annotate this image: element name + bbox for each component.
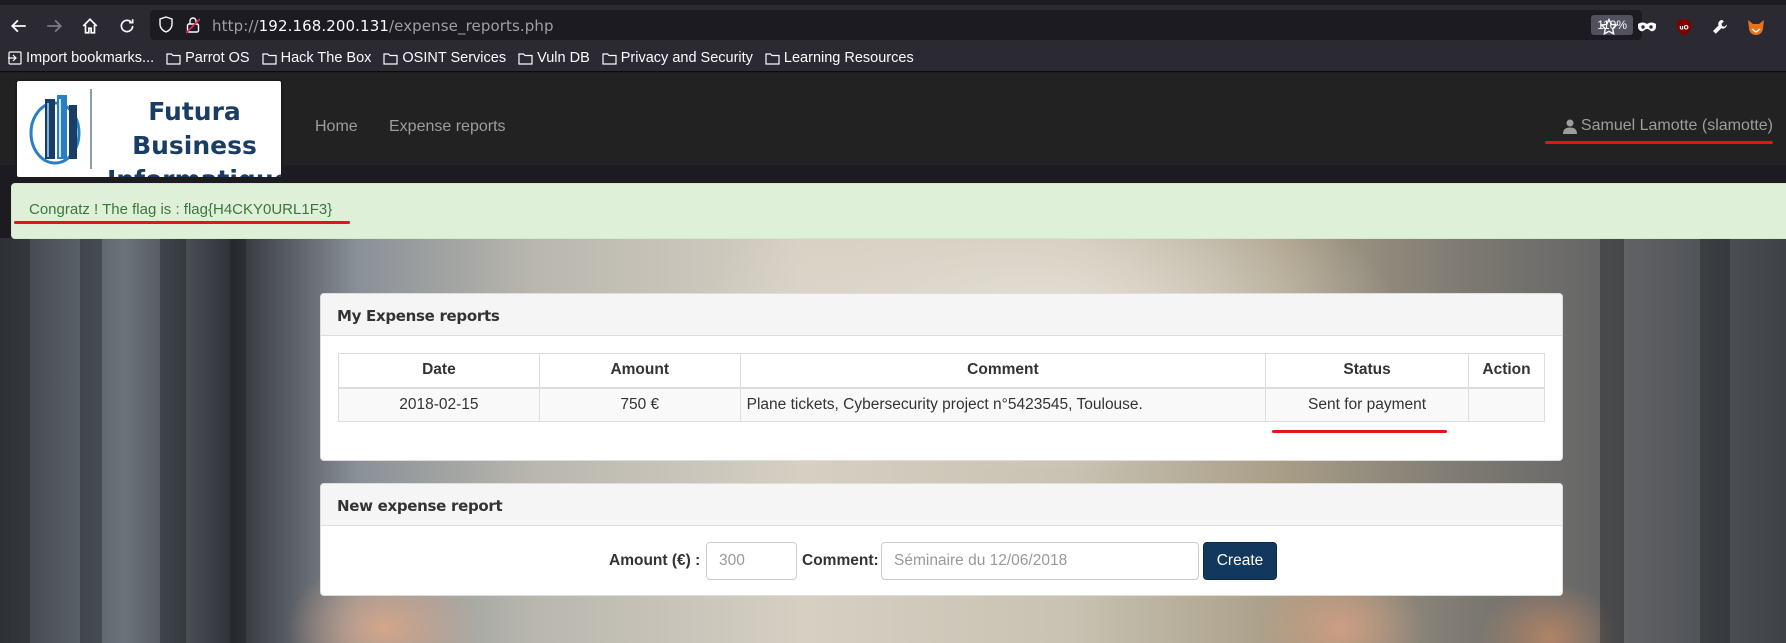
site-logo[interactable]: Futura Business Informatique — [15, 79, 283, 179]
logo-text: Futura Business Informatique — [107, 95, 281, 177]
reload-icon — [120, 19, 134, 33]
cell-amount: 750 € — [538, 387, 741, 422]
url-bar[interactable]: http://192.168.200.131/expense_reports.p… — [150, 10, 1642, 40]
folder-icon — [383, 52, 399, 65]
folder-icon — [518, 52, 533, 65]
bookmark-folder-hack-the-box[interactable]: Hack The Box — [261, 50, 372, 66]
folder-icon — [602, 52, 617, 65]
back-button[interactable] — [6, 13, 32, 39]
foxyproxy-icon — [1748, 20, 1764, 35]
bookmark-label: Parrot OS — [185, 50, 250, 66]
foxyproxy-button[interactable] — [1745, 16, 1767, 38]
bookmark-label: OSINT Services — [402, 50, 507, 66]
new-expense-report-panel: New expense report Amount (€) : Comment:… — [320, 483, 1563, 596]
expense-reports-panel: My Expense reports Date Amount Comment S… — [320, 293, 1563, 461]
column-header-amount: Amount — [538, 353, 741, 389]
star-icon — [1600, 18, 1618, 36]
panel-title: My Expense reports — [321, 294, 1562, 336]
comment-input[interactable] — [881, 542, 1199, 580]
building-logo-icon — [29, 89, 92, 169]
bookmark-folder-parrot-os[interactable]: Parrot OS — [166, 50, 250, 66]
mask-icon — [1638, 22, 1656, 32]
home-button[interactable] — [77, 13, 103, 39]
cell-action — [1467, 387, 1546, 422]
import-icon — [8, 51, 22, 65]
user-icon — [1562, 119, 1577, 134]
column-header-status: Status — [1265, 353, 1469, 389]
url-path: /expense_reports.php — [388, 17, 554, 35]
folder-icon — [261, 52, 277, 65]
annotation-underline — [1545, 141, 1773, 144]
cell-comment: Plane tickets, Cybersecurity project n°5… — [739, 387, 1267, 422]
home-icon — [82, 18, 98, 34]
column-header-action: Action — [1467, 353, 1546, 389]
bookmark-label: Hack The Box — [280, 50, 372, 66]
shield-icon[interactable] — [158, 16, 174, 34]
bookmark-folder-privacy-security[interactable]: Privacy and Security — [602, 50, 753, 66]
amount-input[interactable] — [706, 542, 797, 580]
arrow-left-icon — [10, 19, 26, 33]
user-name: Samuel Lamotte (slamotte) — [1580, 117, 1773, 134]
logo-line2: Informatique — [107, 163, 281, 177]
ublock-button[interactable]: uO — [1673, 16, 1695, 38]
reload-button[interactable] — [114, 13, 140, 39]
bookmark-star-button[interactable] — [1598, 16, 1620, 38]
bookmark-folder-vuln-db[interactable]: Vuln DB — [518, 50, 590, 66]
bookmark-label: Learning Resources — [783, 50, 914, 66]
table-row: 2018-02-15 750 € Plane tickets, Cybersec… — [338, 387, 1546, 422]
tools-button[interactable] — [1709, 16, 1731, 38]
cell-date: 2018-02-15 — [338, 387, 540, 422]
lock-icon[interactable] — [186, 16, 200, 34]
bookmark-label: Privacy and Security — [620, 50, 753, 66]
ublock-origin-icon: uO — [1677, 19, 1691, 35]
browser-toolbar: http://192.168.200.131/expense_reports.p… — [0, 0, 1786, 45]
bookmark-import[interactable]: Import bookmarks... — [8, 50, 154, 66]
svg-text:uO: uO — [1679, 25, 1688, 32]
create-button[interactable]: Create — [1203, 542, 1277, 580]
bookmarks-bar: Import bookmarks... Parrot OS Hack The B… — [0, 45, 1786, 72]
column-header-comment: Comment — [739, 353, 1267, 389]
panel-title: New expense report — [321, 484, 1562, 526]
web-page: Home Expense reports Samuel Lamotte (sla… — [0, 73, 1786, 643]
expense-reports-table: Date Amount Comment Status Action 2018-0… — [338, 353, 1546, 422]
bookmark-label: Vuln DB — [537, 50, 590, 66]
bookmark-folder-learning-resources[interactable]: Learning Resources — [765, 50, 914, 66]
annotation-underline — [14, 221, 350, 224]
flag-success-alert: Congratz ! The flag is : flag{H4CKY0URL1… — [11, 183, 1786, 239]
flag-message: Congratz ! The flag is : flag{H4CKY0URL1… — [29, 201, 333, 218]
folder-icon — [166, 52, 181, 65]
annotation-underline — [1272, 430, 1447, 433]
private-mask-button[interactable] — [1636, 16, 1658, 38]
cell-status: Sent for payment — [1265, 387, 1469, 422]
url-prefix: http:// — [212, 17, 259, 35]
amount-label: Amount (€) : — [609, 552, 701, 569]
nav-link-home[interactable]: Home — [315, 118, 358, 136]
wrench-icon — [1713, 20, 1727, 34]
user-menu[interactable]: Samuel Lamotte (slamotte) — [1562, 117, 1773, 135]
logo-line1: Futura Business — [132, 97, 257, 160]
comment-label: Comment: — [802, 552, 879, 569]
url-host: 192.168.200.131 — [258, 17, 389, 35]
url-text[interactable]: http://192.168.200.131/expense_reports.p… — [212, 17, 554, 35]
arrow-right-icon — [47, 19, 63, 33]
table-header-row: Date Amount Comment Status Action — [338, 353, 1546, 389]
folder-icon — [765, 52, 780, 65]
bookmark-label: Import bookmarks... — [26, 50, 155, 66]
new-expense-form: Amount (€) : Comment: Create — [321, 542, 1562, 580]
column-header-date: Date — [338, 353, 540, 389]
forward-button[interactable] — [41, 13, 67, 39]
bookmark-folder-osint-services[interactable]: OSINT Services — [383, 50, 506, 66]
nav-link-expense-reports[interactable]: Expense reports — [389, 118, 506, 136]
